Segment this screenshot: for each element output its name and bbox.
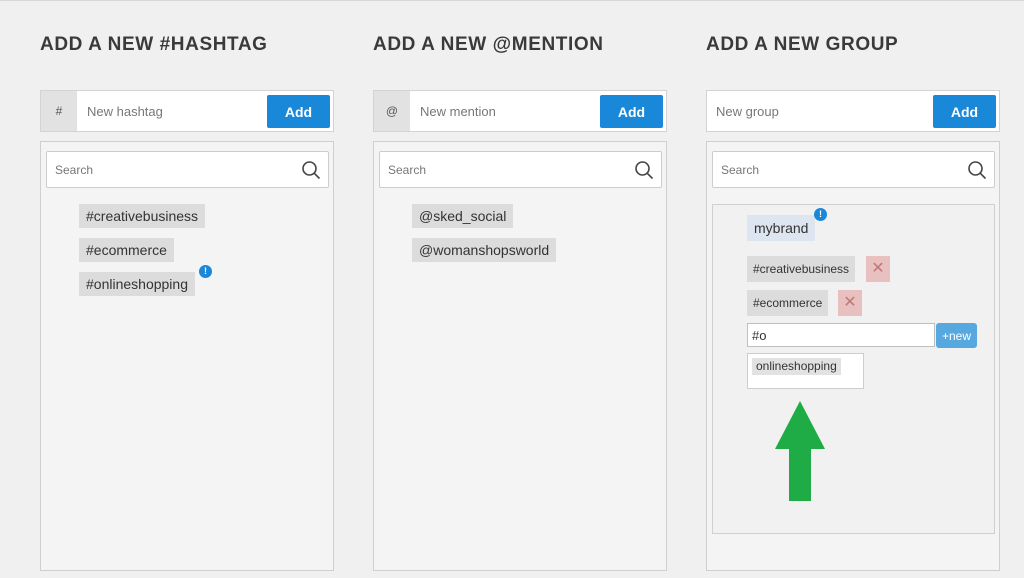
group-title: ADD A NEW GROUP bbox=[706, 34, 899, 55]
hashtag-add-row: # Add bbox=[40, 90, 334, 132]
new-group-input[interactable] bbox=[716, 91, 926, 131]
add-group-button[interactable]: Add bbox=[933, 95, 996, 128]
hashtag-prefix: # bbox=[41, 91, 77, 131]
search-icon[interactable] bbox=[967, 160, 987, 180]
group-tag-input[interactable] bbox=[747, 323, 935, 347]
group-tag: #ecommerce bbox=[747, 290, 829, 316]
mention-column: ADD A NEW @MENTION @ Add @sked_social @w… bbox=[373, 1, 669, 578]
autocomplete-dropdown: onlineshopping bbox=[747, 353, 864, 389]
remove-tag-icon[interactable]: ✕ bbox=[866, 256, 890, 282]
group-column: ADD A NEW GROUP Add mybrand ! #creativeb… bbox=[706, 1, 1002, 578]
mention-panel: @sked_social @womanshopsworld bbox=[373, 141, 667, 571]
mention-item[interactable]: @sked_social bbox=[412, 204, 514, 228]
search-icon[interactable] bbox=[634, 160, 654, 180]
hashtag-item[interactable]: #creativebusiness bbox=[79, 204, 206, 228]
hashtag-column: ADD A NEW #HASHTAG # Add #creativebusine… bbox=[40, 1, 336, 578]
arrow-up-icon bbox=[775, 401, 825, 501]
mention-title: ADD A NEW @MENTION bbox=[373, 34, 604, 55]
new-tag-button[interactable]: +new bbox=[936, 323, 977, 348]
group-search bbox=[712, 151, 995, 188]
group-add-row: Add bbox=[706, 90, 1000, 132]
remove-tag-icon[interactable]: ✕ bbox=[838, 290, 862, 316]
hashtag-item[interactable]: #onlineshopping bbox=[79, 272, 195, 296]
mention-search-input[interactable] bbox=[388, 152, 628, 187]
info-icon[interactable]: ! bbox=[199, 265, 212, 278]
mention-add-row: @ Add bbox=[373, 90, 667, 132]
add-hashtag-button[interactable]: Add bbox=[267, 95, 330, 128]
group-search-input[interactable] bbox=[721, 152, 961, 187]
group-panel: mybrand ! #creativebusiness ✕ #ecommerce… bbox=[706, 141, 1000, 571]
group-tag-label: #creativebusiness bbox=[753, 262, 850, 276]
group-card: mybrand ! #creativebusiness ✕ #ecommerce… bbox=[712, 204, 995, 534]
new-hashtag-input[interactable] bbox=[87, 91, 257, 131]
group-tag: #creativebusiness bbox=[747, 256, 856, 282]
autocomplete-suggestion[interactable]: onlineshopping bbox=[752, 358, 841, 375]
new-mention-input[interactable] bbox=[420, 91, 590, 131]
add-mention-button[interactable]: Add bbox=[600, 95, 663, 128]
info-icon[interactable]: ! bbox=[814, 208, 827, 221]
group-tag-label: #ecommerce bbox=[753, 296, 823, 310]
hashtag-search bbox=[46, 151, 329, 188]
hashtag-search-input[interactable] bbox=[55, 152, 295, 187]
mention-prefix: @ bbox=[374, 91, 410, 131]
hashtag-panel: #creativebusiness #ecommerce #onlineshop… bbox=[40, 141, 334, 571]
hashtag-title: ADD A NEW #HASHTAG bbox=[40, 34, 268, 55]
mention-search bbox=[379, 151, 662, 188]
hashtag-item[interactable]: #ecommerce bbox=[79, 238, 174, 262]
group-name[interactable]: mybrand bbox=[747, 215, 816, 241]
search-icon[interactable] bbox=[301, 160, 321, 180]
mention-item[interactable]: @womanshopsworld bbox=[412, 238, 557, 262]
